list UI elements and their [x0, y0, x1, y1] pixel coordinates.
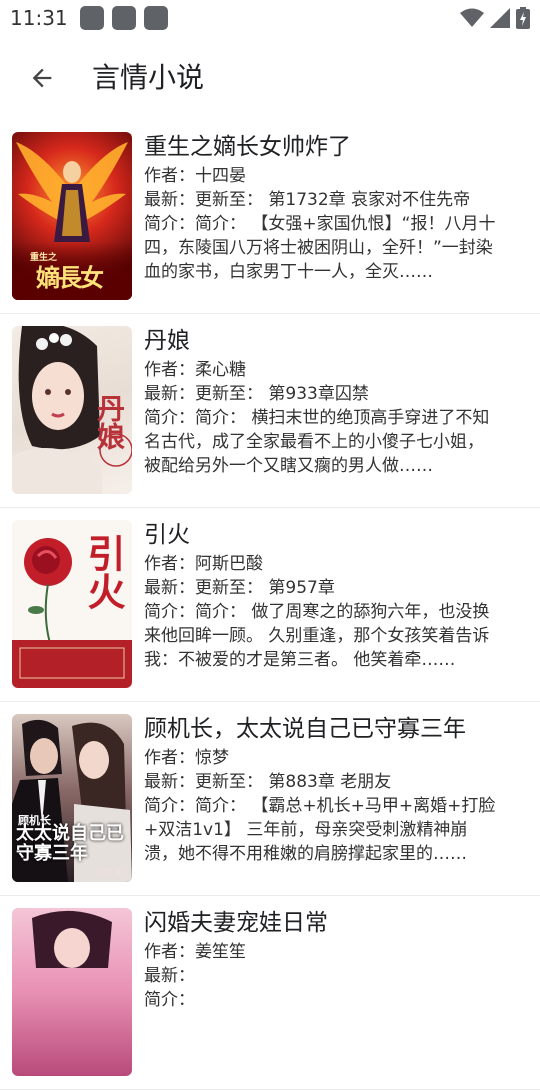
book-title: 引火: [144, 522, 190, 548]
book-title: 顾机长，太太说自己已守寡三年: [144, 716, 466, 742]
book-item[interactable]: 重生之 嫡長女 重生之嫡长女帅炸了 作者：十四晏 最新：更新至： 第1732章 …: [0, 120, 540, 314]
book-latest: 最新：更新至： 第933章囚禁: [144, 384, 369, 404]
book-info: 顾机长，太太说自己已守寡三年 作者：惊梦 最新：更新至： 第883章 老朋友 简…: [144, 712, 496, 866]
book-item[interactable]: 闪婚夫妻宠娃日常 作者：姜笙笙 最新： 简介：: [0, 896, 540, 1090]
book-info: 重生之嫡长女帅炸了 作者：十四晏 最新：更新至： 第1732章 哀家对不住先帝 …: [144, 130, 496, 284]
status-time: 11:31: [10, 6, 68, 30]
cover-author: 惊梦 著: [95, 868, 122, 877]
book-title: 闪婚夫妻宠娃日常: [144, 910, 328, 936]
book-intro: 简介：: [144, 990, 195, 1010]
notification-icon: [144, 6, 168, 30]
notification-icon: [112, 6, 136, 30]
book-latest: 最新：更新至： 第1732章 哀家对不住先帝: [144, 190, 471, 210]
book-author: 作者：阿斯巴酸: [144, 554, 263, 574]
cover-title: 引火: [81, 534, 126, 610]
back-button[interactable]: [22, 58, 62, 98]
book-author: 作者：十四晏: [144, 166, 246, 186]
book-info: 丹娘 作者：柔心糖 最新：更新至： 第933章囚禁 简介：简介： 横扫末世的绝顶…: [144, 324, 496, 478]
wifi-icon: [460, 8, 484, 27]
notification-icon: [80, 6, 104, 30]
book-latest: 最新：更新至： 第883章 老朋友: [144, 772, 392, 792]
book-item[interactable]: 顾机长 太太说自己已守寡三年 惊梦 著 顾机长，太太说自己已守寡三年 作者：惊梦…: [0, 702, 540, 896]
book-latest: 最新：: [144, 966, 195, 986]
book-intro: 简介：简介： 做了周寒之的舔狗六年，也没换来他回眸一顾。 久别重逢，那个女孩笑着…: [144, 602, 490, 670]
system-icons: [460, 6, 530, 30]
book-item[interactable]: 丹娘 丹娘 作者：柔心糖 最新：更新至： 第933章囚禁 简介：简介： 横扫末世…: [0, 314, 540, 508]
cover-title: 太太说自己已守寡三年: [16, 823, 124, 864]
book-cover: 顾机长 太太说自己已守寡三年 惊梦 著: [12, 714, 132, 882]
book-list[interactable]: 重生之 嫡長女 重生之嫡长女帅炸了 作者：十四晏 最新：更新至： 第1732章 …: [0, 120, 540, 1090]
book-intro: 简介：简介： 【霸总+机长+马甲+离婚+打脸+双洁1v1】 三年前，母亲突受刺激…: [144, 796, 496, 864]
book-cover: 重生之 嫡長女: [12, 132, 132, 300]
status-bar: 11:31: [0, 0, 540, 36]
book-title: 丹娘: [144, 328, 190, 354]
page-title: 言情小说: [92, 61, 205, 94]
app-bar: 言情小说: [0, 40, 540, 116]
book-author: 作者：柔心糖: [144, 360, 246, 380]
book-cover: [12, 908, 132, 1076]
book-author: 作者：姜笙笙: [144, 942, 246, 962]
book-cover: 丹娘: [12, 326, 132, 494]
book-item[interactable]: 引火 引火 作者：阿斯巴酸 最新：更新至： 第957章 简介：简介： 做了周寒之…: [0, 508, 540, 702]
book-title: 重生之嫡长女帅炸了: [144, 134, 351, 160]
cover-title: 丹娘: [93, 394, 126, 450]
book-author: 作者：惊梦: [144, 748, 229, 768]
book-intro: 简介：简介： 横扫末世的绝顶高手穿进了不知名古代，成了全家最看不上的小傻子七小姐…: [144, 408, 490, 476]
battery-icon: [516, 7, 530, 29]
book-intro: 简介：简介： 【女强+家国仇恨】“报！八月十四，东陵国八万将士被困阴山，全歼！”…: [144, 214, 496, 282]
book-latest: 最新：更新至： 第957章: [144, 578, 335, 598]
arrow-back-icon: [32, 68, 52, 88]
book-info: 引火 作者：阿斯巴酸 最新：更新至： 第957章 简介：简介： 做了周寒之的舔狗…: [144, 518, 496, 672]
book-cover: 引火: [12, 520, 132, 688]
book-info: 闪婚夫妻宠娃日常 作者：姜笙笙 最新： 简介：: [144, 906, 496, 1060]
cover-illustration: [32, 910, 112, 968]
cover-title: 嫡長女: [36, 263, 104, 292]
signal-icon: [490, 8, 510, 28]
